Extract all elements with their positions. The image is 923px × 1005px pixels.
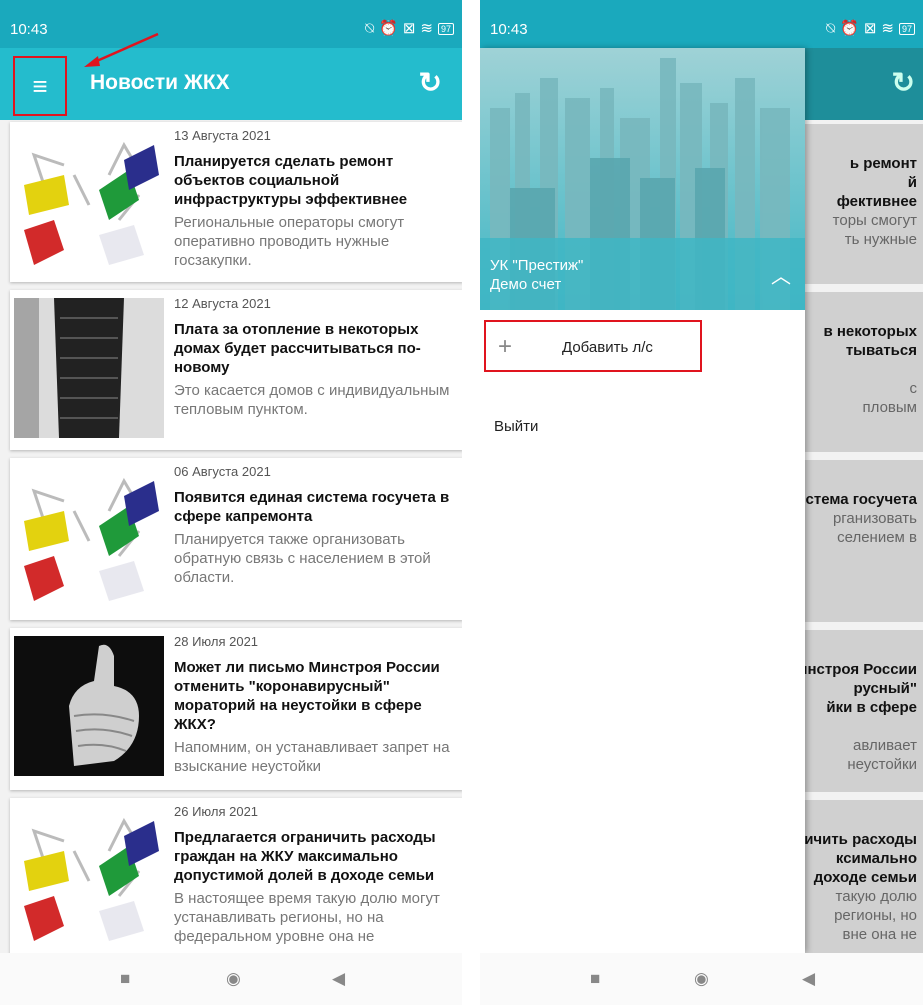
sim-icon: ⊠ <box>863 20 882 37</box>
stairs-image <box>14 298 164 438</box>
chevron-up-icon[interactable]: ︿ <box>771 260 791 289</box>
alarm-off-icon: ⍉ <box>826 20 841 37</box>
battery-icon: 97 <box>437 23 454 36</box>
annotation-arrow <box>84 32 159 67</box>
bg-line: такую долю <box>835 888 917 905</box>
bg-line: тываться <box>845 342 917 359</box>
sim-icon: ⊠ <box>402 20 421 37</box>
news-date: 26 Июля 2021 <box>174 804 259 819</box>
refresh-icon[interactable]: ↻ <box>419 66 442 99</box>
news-card[interactable]: 26 Июля 2021 Предлагается ограничить рас… <box>10 798 462 958</box>
wifi-icon: ≋ <box>881 20 899 37</box>
bg-line: вне она не <box>842 926 917 943</box>
bg-line: ь ремонт <box>849 155 917 172</box>
recents-icon[interactable]: ■ <box>590 969 600 989</box>
bg-line: й <box>907 174 917 191</box>
organization-name: УК "Престиж" <box>490 257 584 274</box>
news-date: 28 Июля 2021 <box>174 634 259 649</box>
news-screen: 10:43 ⍉⏰⊠≋ 97 ≡ Новости ЖКХ ↻ 13 Августа … <box>0 0 462 1005</box>
alarm-off-icon: ⍉ <box>365 20 380 37</box>
news-title[interactable]: Предлагается ограничить расходы граждан … <box>174 828 457 885</box>
add-account-button[interactable]: + Добавить л/с <box>484 320 702 372</box>
status-time: 10:43 <box>490 21 528 38</box>
recents-icon[interactable]: ■ <box>120 969 130 989</box>
bg-line: неустойки <box>847 756 917 773</box>
back-icon[interactable]: ◀ <box>802 969 815 989</box>
news-date: 13 Августа 2021 <box>174 128 271 143</box>
news-title[interactable]: Появится единая система госучета в сфере… <box>174 488 457 526</box>
bg-line: инстроя России <box>798 661 917 678</box>
bg-line: рганизовать <box>832 510 917 527</box>
news-summary: Планируется также организовать обратную … <box>174 531 431 586</box>
news-card[interactable]: 28 Июля 2021 Может ли письмо Минстроя Ро… <box>10 628 462 790</box>
bg-line: доходе семьи <box>813 869 917 886</box>
bg-line: ичить расходы <box>804 831 917 848</box>
bg-line: с <box>909 380 918 397</box>
bg-line: торы смогут <box>832 212 917 229</box>
news-title[interactable]: Плата за отопление в некоторых домах буд… <box>174 320 457 377</box>
add-account-label: Добавить л/с <box>562 339 653 356</box>
binder-clips-image <box>24 817 159 941</box>
bg-line: пловым <box>862 399 917 416</box>
news-title[interactable]: Может ли письмо Минстроя России отменить… <box>174 658 457 734</box>
bg-line: селением в <box>837 529 917 546</box>
home-icon[interactable]: ◉ <box>226 969 241 989</box>
bg-line: в некоторых <box>823 323 917 340</box>
bg-line: ть нужные <box>844 231 917 248</box>
system-nav-bar: ■ ◉ ◀ <box>0 953 462 1005</box>
status-icons: ⍉⏰⊠≋ 97 <box>826 19 915 37</box>
account-name: Демо счет <box>490 276 562 293</box>
back-icon[interactable]: ◀ <box>332 969 345 989</box>
news-date: 12 Августа 2021 <box>174 296 271 311</box>
news-summary: Региональные операторы смогут оперативно… <box>174 214 405 269</box>
status-icons: ⍉⏰⊠≋ 97 <box>365 19 454 37</box>
battery-icon: 97 <box>898 23 915 36</box>
bg-line: регионы, но <box>834 907 917 924</box>
bg-line: русный" <box>853 680 917 697</box>
bg-line: стема госучета <box>805 491 917 508</box>
status-time: 10:43 <box>10 21 48 38</box>
system-nav-bar: ■ ◉ ◀ <box>480 953 923 1005</box>
refresh-icon: ↻ <box>891 67 915 98</box>
drawer-screen: 10:43 ⍉⏰⊠≋ 97 ↻ ь ремонт й фективнее торы… <box>480 0 923 1005</box>
news-summary: Напомним, он устанавливает запрет на взы… <box>174 739 450 775</box>
news-summary: В настоящее время такую долю могут устан… <box>174 890 440 945</box>
drawer-header[interactable]: УК "Престиж" Демо счет ︿ <box>480 48 805 310</box>
plus-icon: + <box>498 333 513 360</box>
news-card[interactable]: 06 Августа 2021 Появится единая система … <box>10 458 462 620</box>
news-summary: Это касается домов с индивидуальным тепл… <box>174 382 450 418</box>
alarm-icon: ⏰ <box>379 20 403 37</box>
alarm-icon: ⏰ <box>840 20 864 37</box>
thumbs-up-image <box>14 636 164 776</box>
bg-line: авливает <box>853 737 917 754</box>
navigation-drawer: УК "Престиж" Демо счет ︿ + Добавить л/с … <box>480 48 805 953</box>
logout-button[interactable]: Выйти <box>494 418 538 435</box>
bg-line: фективнее <box>836 193 917 210</box>
news-card[interactable]: 12 Августа 2021 Плата за отопление в нек… <box>10 290 462 450</box>
home-icon[interactable]: ◉ <box>694 969 709 989</box>
binder-clips-image <box>24 477 159 601</box>
hamburger-icon: ≡ <box>32 70 48 101</box>
bg-line: йки в сфере <box>826 699 917 716</box>
binder-clips-image <box>24 141 159 265</box>
news-date: 06 Августа 2021 <box>174 464 271 479</box>
news-title[interactable]: Планируется сделать ремонт объектов соци… <box>174 152 457 209</box>
news-card[interactable]: 13 Августа 2021 Планируется сделать ремо… <box>10 122 462 282</box>
status-bar: 10:43 ⍉⏰⊠≋ 97 <box>480 0 923 48</box>
bg-line: ксимально <box>835 850 917 867</box>
wifi-icon: ≋ <box>420 20 438 37</box>
menu-button[interactable]: ≡ <box>13 56 67 116</box>
